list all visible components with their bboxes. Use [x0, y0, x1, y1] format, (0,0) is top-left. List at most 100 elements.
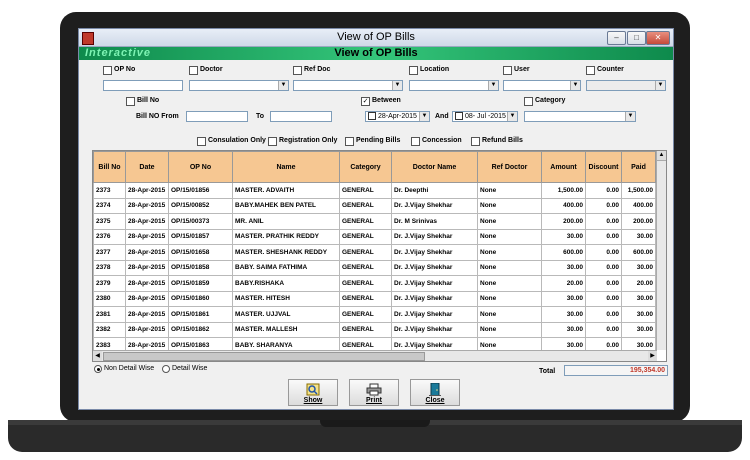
col-header-op-no[interactable]: OP No [168, 151, 233, 183]
between-checkbox[interactable]: ✓ [361, 97, 370, 106]
horizontal-scrollbar[interactable]: ◀ ▶ [93, 350, 657, 361]
table-cell: 2380 [93, 290, 126, 307]
chevron-down-icon: ▼ [392, 81, 402, 90]
table-cell: Dr. J.Vijay Shekhar [391, 244, 478, 261]
table-cell: 400.00 [621, 197, 656, 214]
consultation-only-checkbox[interactable] [197, 137, 206, 146]
total-label: Total [539, 368, 556, 375]
table-cell: None [477, 228, 542, 245]
table-cell: 0.00 [585, 244, 622, 261]
chevron-down-icon: ▼ [278, 81, 288, 90]
chevron-down-icon: ▼ [625, 112, 635, 121]
maximize-icon[interactable]: □ [627, 31, 646, 45]
bill-no-label: Bill No [137, 97, 160, 104]
close-icon[interactable]: ✕ [646, 31, 670, 45]
printer-icon [366, 383, 382, 396]
table-row[interactable]: 2381 28-Apr-2015 OP/15/01861 MASTER. UJJVAL… [93, 306, 656, 323]
pending-bills-checkbox[interactable] [345, 137, 354, 146]
table-row[interactable]: 2374 28-Apr-2015 OP/15/00852 BABY.MAHEK BEN… [93, 197, 656, 214]
table-row[interactable]: 2375 28-Apr-2015 OP/15/00373 MR. ANIL GENERA… [93, 213, 656, 230]
concession-checkbox[interactable] [411, 137, 420, 146]
date-from-value: 28-Apr-2015 [378, 113, 417, 120]
table-row[interactable]: 2382 28-Apr-2015 OP/15/01862 MASTER. MALLES… [93, 321, 656, 338]
table-cell: 30.00 [621, 228, 656, 245]
col-header-paid[interactable]: Paid [621, 151, 656, 183]
table-cell: 28-Apr-2015 [125, 321, 169, 338]
scroll-thumb[interactable] [103, 352, 425, 361]
table-cell: Dr. J.Vijay Shekhar [391, 228, 478, 245]
print-button[interactable]: Print [349, 379, 399, 406]
location-dropdown[interactable]: ▼ [409, 80, 499, 91]
doctor-checkbox[interactable] [189, 66, 198, 75]
vertical-scrollbar[interactable]: ▲ [656, 151, 666, 350]
scroll-left-icon[interactable]: ◀ [93, 351, 102, 361]
col-header-date[interactable]: Date [125, 151, 169, 183]
date-from-picker[interactable]: 28-Apr-2015 ▼ [365, 111, 430, 122]
table-row[interactable]: 2379 28-Apr-2015 OP/15/01859 BABY.RISHAKA GE… [93, 275, 656, 292]
col-header-amount[interactable]: Amount [541, 151, 586, 183]
refund-bills-checkbox[interactable] [471, 137, 480, 146]
table-cell: OP/15/01857 [168, 228, 233, 245]
show-icon [306, 383, 320, 396]
table-cell: BABY. SAIMA FATHIMA [232, 259, 340, 276]
counter-checkbox[interactable] [586, 66, 595, 75]
scroll-up-icon[interactable]: ▲ [657, 151, 666, 161]
category-checkbox[interactable] [524, 97, 533, 106]
detail-wise-radio[interactable] [162, 365, 170, 373]
close-button-label: Close [425, 397, 445, 404]
table-cell: OP/15/01860 [168, 290, 233, 307]
and-label: And [435, 113, 449, 120]
col-header-ref-doctor[interactable]: Ref Doctor [477, 151, 542, 183]
date-from-checkbox[interactable] [368, 112, 376, 121]
doctor-label: Doctor [200, 66, 223, 73]
bill-no-from-input[interactable] [186, 111, 248, 122]
table-cell: GENERAL [339, 213, 392, 230]
user-checkbox[interactable] [503, 66, 512, 75]
table-cell: MASTER. SHESHANK REDDY [232, 244, 340, 261]
table-row[interactable]: 2377 28-Apr-2015 OP/15/01658 MASTER. SHESHA… [93, 244, 656, 261]
table-cell: OP/15/01858 [168, 259, 233, 276]
ref-doc-dropdown[interactable]: ▼ [293, 80, 403, 91]
table-cell: 30.00 [621, 259, 656, 276]
table-cell: OP/15/01861 [168, 306, 233, 323]
ref-doc-checkbox[interactable] [293, 66, 302, 75]
col-header-bill-no[interactable]: Bill No [93, 151, 126, 183]
table-cell: 0.00 [585, 197, 622, 214]
table-cell: 30.00 [621, 290, 656, 307]
table-cell: 30.00 [541, 290, 586, 307]
table-row[interactable]: 2378 28-Apr-2015 OP/15/01858 BABY. SAIMA FA… [93, 259, 656, 276]
location-checkbox[interactable] [409, 66, 418, 75]
col-header-discount[interactable]: Discount [585, 151, 622, 183]
table-cell: 2382 [93, 321, 126, 338]
table-cell: MASTER. HITESH [232, 290, 340, 307]
scroll-right-icon[interactable]: ▶ [648, 351, 657, 361]
op-no-input[interactable] [103, 80, 183, 91]
registration-only-checkbox[interactable] [268, 137, 277, 146]
bill-no-to-input[interactable] [270, 111, 332, 122]
col-header-category[interactable]: Category [339, 151, 392, 183]
non-detail-wise-radio[interactable] [94, 365, 102, 373]
show-button[interactable]: Show [288, 379, 338, 406]
table-row[interactable]: 2376 28-Apr-2015 OP/15/01857 MASTER. PRATHI… [93, 228, 656, 245]
op-no-checkbox[interactable] [103, 66, 112, 75]
detail-wise-label: Detail Wise [172, 365, 208, 372]
bill-no-checkbox[interactable] [126, 97, 135, 106]
close-button[interactable]: Close [410, 379, 460, 406]
table-cell: None [477, 275, 542, 292]
counter-dropdown[interactable]: ▼ [586, 80, 666, 91]
date-to-checkbox[interactable] [455, 112, 463, 121]
user-dropdown[interactable]: ▼ [503, 80, 581, 91]
doctor-dropdown[interactable]: ▼ [189, 80, 289, 91]
table-row[interactable]: 2380 28-Apr-2015 OP/15/01860 MASTER. HITESH… [93, 290, 656, 307]
refund-bills-label: Refund Bills [482, 137, 523, 144]
table-cell: 2375 [93, 213, 126, 230]
col-header-doctor-name[interactable]: Doctor Name [391, 151, 478, 183]
minimize-icon[interactable]: – [607, 31, 626, 45]
date-to-picker[interactable]: 08- Jul -2015 ▼ [452, 111, 518, 122]
ref-doc-label: Ref Doc [304, 66, 331, 73]
col-header-name[interactable]: Name [232, 151, 340, 183]
bill-no-from-label: Bill NO From [136, 113, 179, 120]
category-dropdown[interactable]: ▼ [524, 111, 636, 122]
table-cell: 28-Apr-2015 [125, 197, 169, 214]
table-row[interactable]: 2373 28-Apr-2015 OP/15/01856 MASTER. ADVAIT… [93, 182, 656, 199]
